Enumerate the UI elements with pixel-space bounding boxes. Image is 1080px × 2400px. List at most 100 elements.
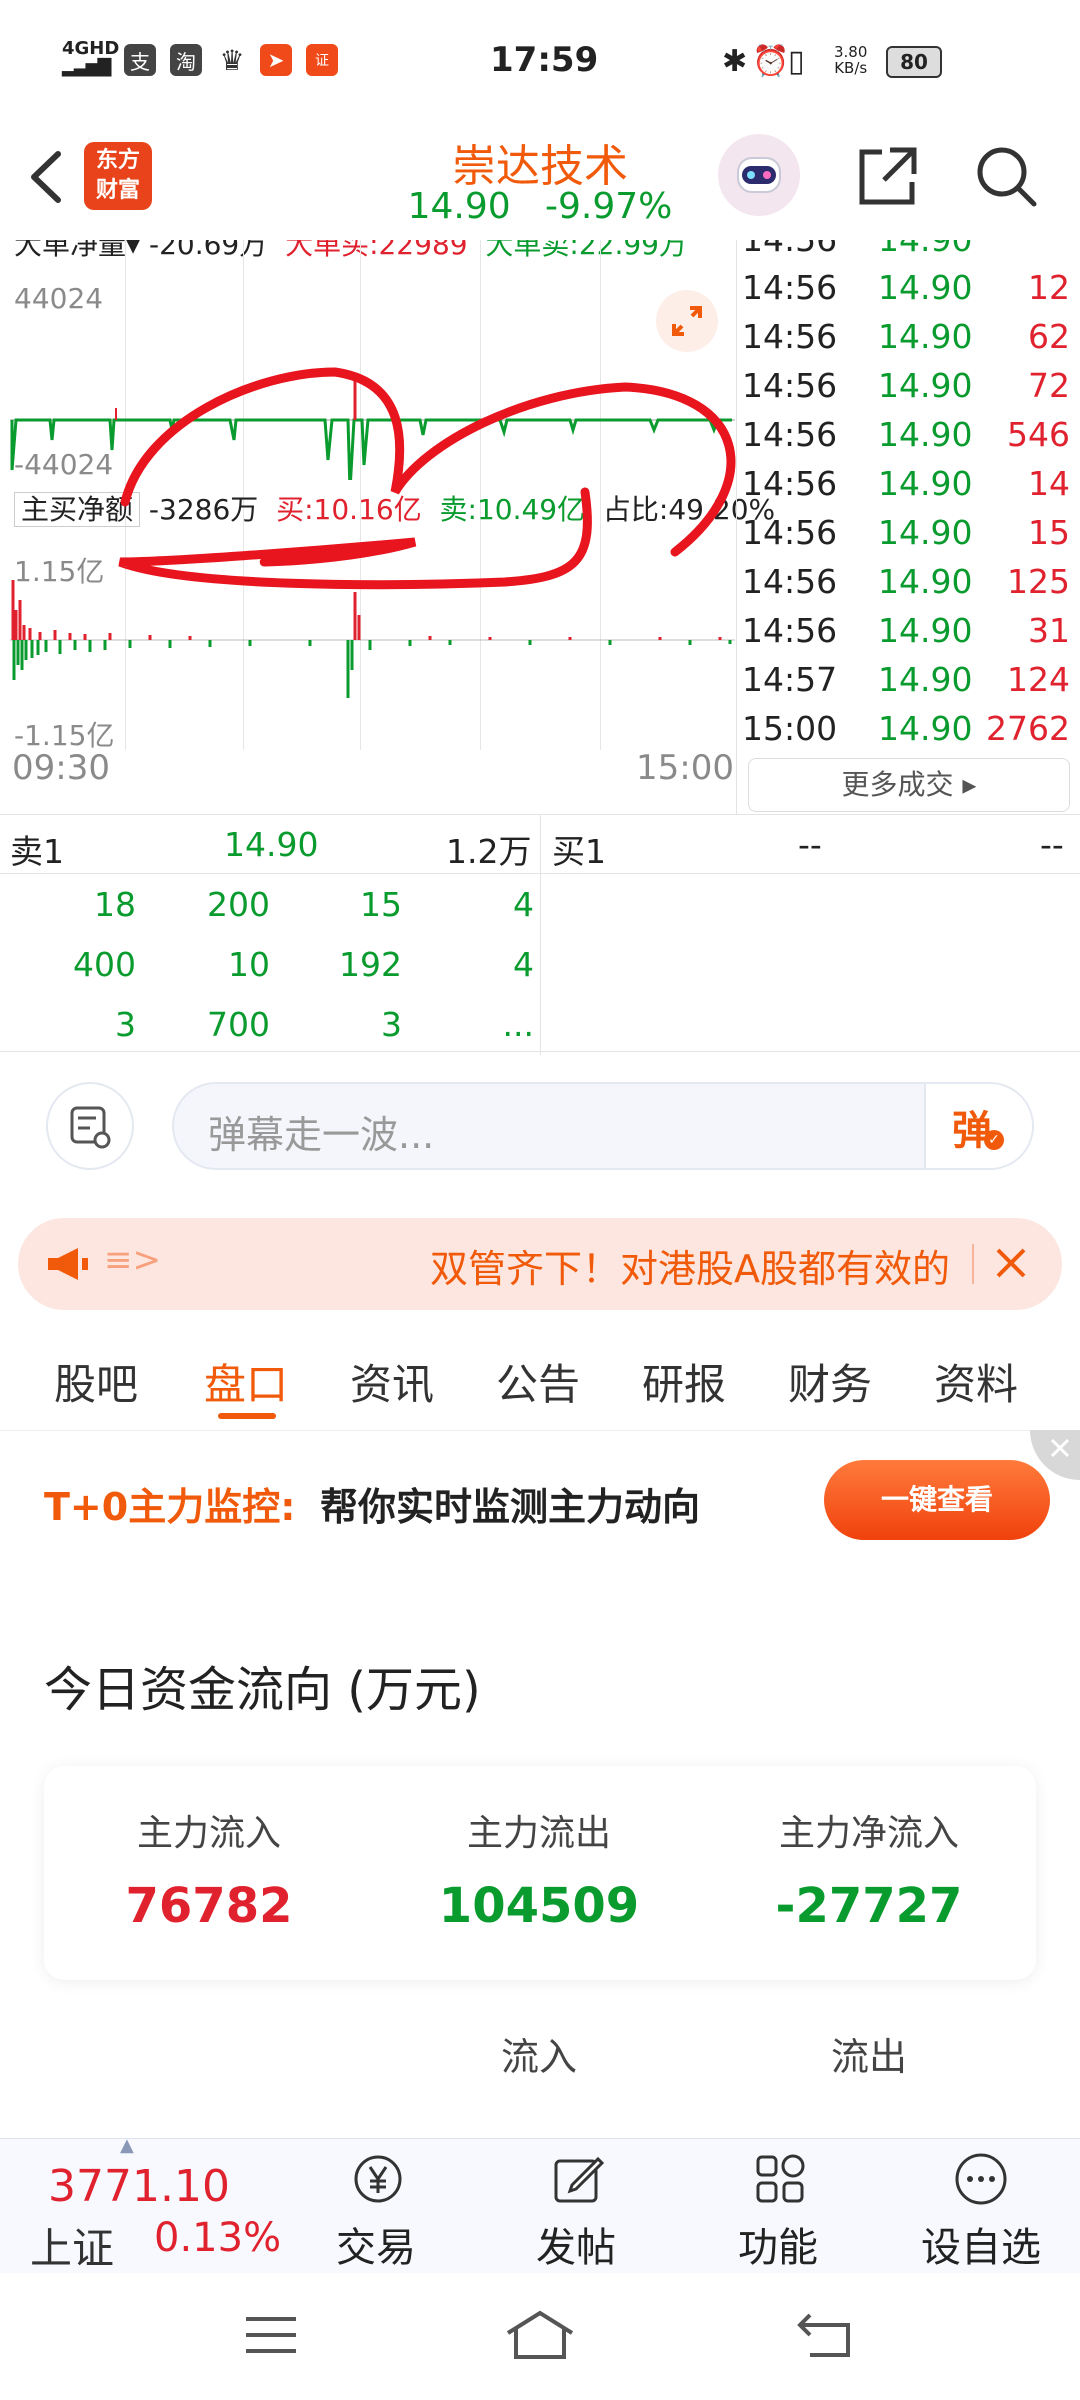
promo-title: T+0主力监控: bbox=[44, 1485, 296, 1529]
tab-finance[interactable]: 财务 bbox=[788, 1351, 872, 1412]
ai-assistant-icon[interactable] bbox=[718, 134, 800, 216]
stock-header: 东方 财富 崇达技术 14.90 -9.97% bbox=[0, 120, 1080, 240]
trade-volume: 72 bbox=[1028, 366, 1070, 405]
index-value[interactable]: 3771.10 bbox=[48, 2161, 230, 2212]
add-watchlist-label: 设自选 bbox=[921, 2225, 1041, 2271]
trade-price: 14.90 bbox=[878, 317, 973, 356]
sell1-price: 14.90 bbox=[224, 825, 319, 864]
danmaku-toggle-label: 弹 bbox=[952, 1108, 992, 1154]
big-order-value: -20.69万 bbox=[148, 240, 268, 261]
queue-volume: 4 bbox=[513, 885, 534, 924]
caret-up-icon[interactable]: ▲ bbox=[120, 2135, 134, 2156]
danmaku-settings-icon[interactable] bbox=[46, 1082, 134, 1170]
buy1-volume: -- bbox=[1040, 825, 1064, 864]
trade-row: 14:56 14.90 62 bbox=[740, 311, 1080, 360]
trade-price: 14.90 bbox=[878, 268, 973, 307]
speed-unit: KB/s bbox=[834, 59, 868, 77]
index-name[interactable]: 上证 bbox=[30, 2215, 114, 2276]
bluetooth-icon: ✱ bbox=[722, 44, 748, 79]
big-order-label: 大单净量 bbox=[14, 240, 127, 261]
tab-guba[interactable]: 股吧 bbox=[54, 1351, 138, 1412]
search-icon[interactable] bbox=[972, 142, 1042, 212]
expand-icon[interactable] bbox=[656, 290, 718, 352]
trade-price: 14.90 bbox=[878, 415, 973, 454]
queue-volume: 4 bbox=[513, 945, 534, 984]
queue-volume: 3 bbox=[381, 1005, 402, 1044]
trade-volume: 2762 bbox=[986, 709, 1070, 748]
post-button[interactable]: 发帖 bbox=[526, 2139, 626, 2274]
queue-volume: 200 bbox=[207, 885, 270, 924]
tab-announcements[interactable]: 公告 bbox=[496, 1351, 580, 1412]
divider bbox=[0, 1051, 1080, 1052]
time-end: 15:00 bbox=[636, 748, 734, 788]
trade-price: 14.90 bbox=[878, 562, 973, 601]
more-trades-button[interactable]: 更多成交 ▸ bbox=[748, 758, 1070, 812]
trade-time: 14:56 bbox=[742, 268, 838, 307]
sell1-volume: 1.2万 bbox=[446, 832, 532, 871]
trade-volume: 546 bbox=[1007, 415, 1070, 454]
fund-flow-title: 今日资金流向 (万元) bbox=[44, 1662, 481, 1718]
trade-volume: 14 bbox=[1028, 464, 1070, 503]
fund-flow-chart[interactable]: 大单净量▾ -20.69万 大单买:22989 大单卖:22.99万 44024… bbox=[10, 240, 775, 788]
big-sell: 大单卖:22.99万 bbox=[485, 240, 687, 261]
trade-row: 14:56 14.90 15 bbox=[740, 507, 1080, 556]
network-speed: 3.80 KB/s bbox=[834, 44, 867, 76]
home-icon[interactable] bbox=[504, 2309, 576, 2365]
trade-price: 14.90 bbox=[878, 709, 973, 748]
queue-volume: 15 bbox=[360, 885, 402, 924]
main-inflow-label: 主力流入 bbox=[136, 1813, 281, 1854]
danmaku-input[interactable]: 弹幕走一波... 弹 ✓ bbox=[172, 1082, 1034, 1170]
trade-row: 14:56 14.90 125 bbox=[740, 556, 1080, 605]
buy1-price: -- bbox=[798, 825, 822, 864]
close-icon[interactable] bbox=[986, 1238, 1036, 1288]
trade-row: 14:57 14.90 124 bbox=[740, 654, 1080, 703]
notice-text: 双管齐下！对港股A股都有效的 bbox=[430, 1247, 950, 1291]
promo-view-button[interactable]: 一键查看 bbox=[824, 1460, 1050, 1540]
grid-apps-icon bbox=[752, 2151, 808, 2211]
promo-banner[interactable]: T+0主力监控: 帮你实时监测主力动向 一键查看 bbox=[0, 1430, 1080, 1582]
trade-time: 14:56 bbox=[742, 464, 838, 503]
red-annotation-scribble bbox=[118, 367, 736, 590]
securities-app-icon: 证 bbox=[306, 44, 338, 76]
sell1-label: 卖1 bbox=[10, 832, 64, 871]
stock-change: -9.97% bbox=[545, 186, 673, 227]
battery-level: 80 bbox=[900, 50, 928, 74]
network-indicator: 4GHD ▂▃▅▇ bbox=[62, 38, 120, 77]
status-bar: 4GHD ▂▃▅▇ 支 淘 ♛ ➤ 证 17:59 ✱ ⏰ ▯ 3.80 KB/s … bbox=[0, 0, 1080, 120]
tab-pankou[interactable]: 盘口 bbox=[204, 1351, 288, 1412]
trade-button[interactable]: 交易 bbox=[326, 2139, 426, 2274]
trade-volume: 31 bbox=[1028, 611, 1070, 650]
trade-row: 14:56 14.90 72 bbox=[740, 360, 1080, 409]
main-outflow-value: 104509 bbox=[438, 1878, 640, 1934]
trade-row: 14:56 14.90 546 bbox=[740, 409, 1080, 458]
index-change[interactable]: 0.13% bbox=[154, 2215, 281, 2261]
menu-icon[interactable] bbox=[244, 2313, 298, 2361]
back-icon[interactable] bbox=[796, 2311, 852, 2363]
tab-profile[interactable]: 资料 bbox=[934, 1351, 1018, 1412]
queue-volume: ... bbox=[502, 1005, 534, 1044]
main-inflow-value: 76782 bbox=[125, 1878, 293, 1934]
trade-time: 14:56 bbox=[742, 513, 838, 552]
tab-news[interactable]: 资讯 bbox=[350, 1351, 434, 1412]
danmaku-bar: 弹幕走一波... 弹 ✓ bbox=[0, 1060, 1080, 1190]
system-nav-bar bbox=[0, 2273, 1080, 2400]
add-watchlist-button[interactable]: 设自选 bbox=[906, 2139, 1056, 2274]
danmaku-toggle-button[interactable]: 弹 ✓ bbox=[924, 1084, 1032, 1168]
stock-price: 14.90 bbox=[407, 186, 511, 227]
tab-research[interactable]: 研报 bbox=[642, 1351, 726, 1412]
order-book: 卖1 14.90 1.2万 买1 -- -- 18 200 15 4 400 1… bbox=[0, 815, 1080, 1055]
trade-price: 14.90 bbox=[878, 513, 973, 552]
bottom-toolbar: ▲ 3771.10 上证 0.13% 交易 发帖 功能 设自选 bbox=[0, 2135, 1080, 2276]
trade-volume: 124 bbox=[1007, 660, 1070, 699]
battery-icon: 80 bbox=[886, 46, 942, 78]
features-label: 功能 bbox=[738, 2225, 818, 2271]
more-dots-icon bbox=[953, 2151, 1009, 2211]
trade-time: 15:00 bbox=[742, 709, 838, 748]
share-icon[interactable] bbox=[852, 142, 922, 212]
features-button[interactable]: 功能 bbox=[728, 2139, 828, 2274]
caret-right-icon: ▸ bbox=[962, 768, 977, 801]
trade-price: 14.90 bbox=[878, 240, 972, 259]
trade-row: 15:00 14.90 2762 bbox=[740, 703, 1080, 752]
time-start: 09:30 bbox=[12, 748, 110, 788]
notice-banner[interactable]: ≡> 双管齐下！对港股A股都有效的 bbox=[18, 1218, 1062, 1310]
